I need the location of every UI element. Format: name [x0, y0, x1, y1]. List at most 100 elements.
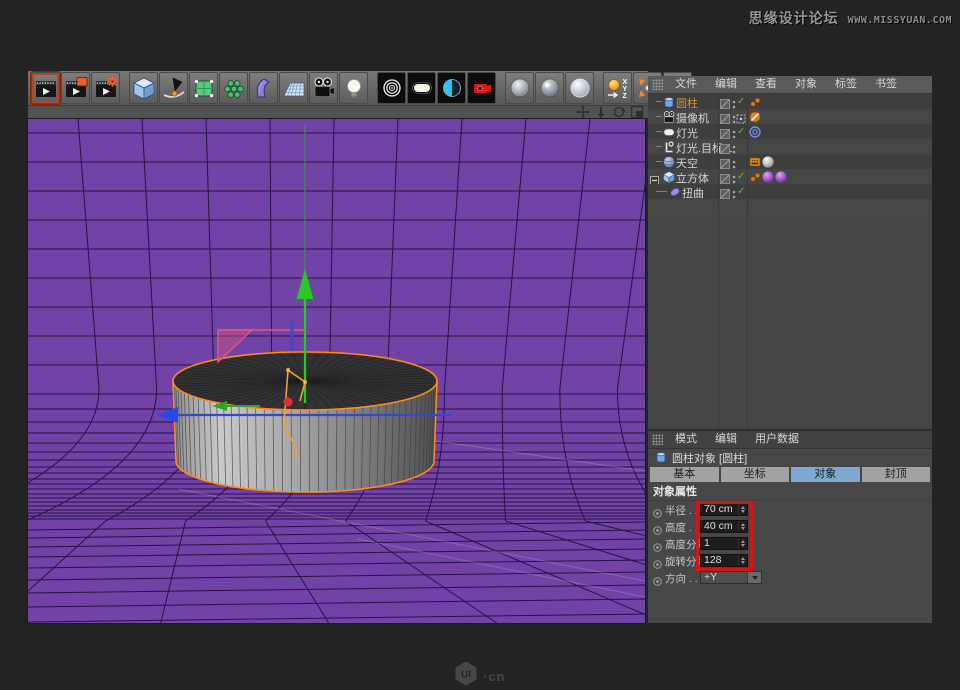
param-label: 旋转分段 [665, 554, 700, 569]
coordinates-xyz-icon: XYZ [606, 76, 630, 100]
zoom-icon[interactable] [593, 106, 608, 119]
toggle-view-icon[interactable] [629, 106, 644, 119]
material-sphere-1-icon [508, 76, 532, 100]
pen-spline-button[interactable] [159, 72, 188, 104]
object-properties-params: 半径 . .70 cm高度 . .40 cm高度分段1旋转分段128方向 . .… [648, 501, 932, 586]
target-light-button[interactable] [377, 72, 406, 104]
array-object-icon [222, 76, 246, 100]
material-sphere-3-icon [568, 76, 592, 100]
param-row: 旋转分段128 [648, 552, 932, 569]
key-radio-icon[interactable] [653, 573, 662, 591]
spinner-arrows[interactable] [738, 555, 747, 566]
param-input[interactable]: 70 cm [700, 503, 748, 516]
attribute-tab-inactive[interactable]: 封顶 [862, 467, 931, 482]
param-input[interactable]: 1 [700, 537, 748, 550]
subdivision-surface-button[interactable] [189, 72, 218, 104]
param-dropdown[interactable]: +Y [700, 571, 762, 584]
cube-primitive-button[interactable] [129, 72, 158, 104]
render-settings-icon [94, 76, 118, 100]
spinner-arrows[interactable] [738, 521, 747, 532]
param-value: +Y [701, 572, 747, 583]
param-label: 高度 . . [665, 520, 700, 535]
target-light-icon [380, 76, 404, 100]
subdivision-surface-icon [192, 76, 216, 100]
om-menu-item[interactable]: 标签 [827, 76, 865, 93]
am-menu-item[interactable]: 模式 [667, 431, 705, 448]
application-window: 思缘设计论坛 WWW.MISSYUAN.COM XYZ 文件编辑查看对象标签书签… [0, 0, 960, 690]
cylinder-icon [654, 450, 667, 467]
object-row-5[interactable]: 天空 [648, 154, 932, 169]
param-row: 半径 . .70 cm [648, 501, 932, 518]
sky-shadow-button[interactable] [437, 72, 466, 104]
om-menu-item[interactable]: 查看 [747, 76, 785, 93]
floor-environment-icon [282, 76, 306, 100]
dropdown-arrow-icon[interactable] [747, 572, 761, 583]
material-sphere-3-button[interactable] [565, 72, 594, 104]
material-sphere-1-button[interactable] [505, 72, 534, 104]
object-row-3[interactable]: 灯光✓ [648, 124, 932, 139]
param-row: 高度 . .40 cm [648, 518, 932, 535]
am-menu-item[interactable]: 用户数据 [747, 431, 807, 448]
drag-grip-icon[interactable] [652, 79, 663, 90]
om-menu-item[interactable]: 编辑 [707, 76, 745, 93]
camera-object-button[interactable] [309, 72, 338, 104]
watermark-site-url: WWW.MISSYUAN.COM [848, 15, 952, 26]
rotate-icon[interactable] [611, 106, 626, 119]
attribute-tabs: 基本坐标对象封顶 [648, 467, 932, 482]
3d-viewport[interactable] [28, 119, 645, 623]
om-menu-item[interactable]: 文件 [667, 76, 705, 93]
object-properties-header: 对象属性 [648, 482, 932, 501]
pen-spline-icon [162, 76, 186, 100]
material-sphere-2-button[interactable] [535, 72, 564, 104]
attribute-object-title: 圆柱对象 [圆柱] [648, 449, 932, 467]
array-object-button[interactable] [219, 72, 248, 104]
enabled-check-icon[interactable]: ✓ [737, 185, 745, 198]
object-row-4[interactable]: 灯光.目标.1 [648, 139, 932, 154]
cube-primitive-icon [132, 76, 156, 100]
attribute-tab-active[interactable]: 对象 [791, 467, 860, 482]
enabled-check-icon[interactable]: ✓ [737, 95, 745, 108]
column-separator [747, 94, 748, 430]
object-manager-menubar: 文件编辑查看对象标签书签 [648, 76, 932, 94]
object-rows: 圆柱✓摄像机灯光✓灯光.目标.1天空立方体✓扭曲✓ [648, 94, 932, 214]
watermark-banner: 思缘设计论坛 WWW.MISSYUAN.COM [749, 8, 952, 28]
coordinates-xyz-button[interactable]: XYZ [603, 72, 632, 104]
spinner-arrows[interactable] [738, 538, 747, 549]
pan-icon[interactable] [575, 106, 590, 119]
attribute-tab-inactive[interactable]: 基本 [650, 467, 719, 482]
bend-deformer-icon [252, 76, 276, 100]
param-input[interactable]: 128 [700, 554, 748, 567]
attribute-tab-inactive[interactable]: 坐标 [721, 467, 790, 482]
drag-grip-icon[interactable] [652, 434, 663, 445]
object-row-2[interactable]: 摄像机 [648, 109, 932, 124]
param-value: 70 cm [701, 504, 738, 515]
light-object-button[interactable] [339, 72, 368, 104]
bend-deformer-button[interactable] [249, 72, 278, 104]
param-value: 128 [701, 555, 738, 566]
floor-environment-button[interactable] [279, 72, 308, 104]
svg-text:UI: UI [461, 670, 471, 681]
material-sphere-2-icon [538, 76, 562, 100]
column-separator [718, 94, 719, 430]
am-menu-item[interactable]: 编辑 [707, 431, 745, 448]
render-settings-button[interactable] [91, 72, 120, 104]
right-panel: 文件编辑查看对象标签书签 圆柱✓摄像机灯光✓灯光.目标.1天空立方体✓扭曲✓ 模… [648, 76, 932, 623]
param-value: 40 cm [701, 521, 738, 532]
enabled-check-icon[interactable]: ✓ [737, 125, 745, 138]
physical-render-button[interactable] [467, 72, 496, 104]
param-input[interactable]: 40 cm [700, 520, 748, 533]
object-row-7[interactable]: 扭曲✓ [648, 184, 932, 199]
om-menu-item[interactable]: 对象 [787, 76, 825, 93]
render-picture-viewer-button[interactable] [61, 72, 90, 104]
object-row-6[interactable]: 立方体✓ [648, 169, 932, 184]
object-manager-list: 圆柱✓摄像机灯光✓灯光.目标.1天空立方体✓扭曲✓ [648, 94, 932, 430]
param-row: 高度分段1 [648, 535, 932, 552]
area-light-icon [410, 76, 434, 100]
om-menu-item[interactable]: 书签 [867, 76, 905, 93]
render-view-button[interactable] [31, 72, 60, 104]
enabled-check-icon[interactable]: ✓ [737, 170, 745, 183]
watermark-site-name: 思缘设计论坛 [749, 8, 839, 28]
spinner-arrows[interactable] [738, 504, 747, 515]
area-light-button[interactable] [407, 72, 436, 104]
object-row-1[interactable]: 圆柱✓ [648, 94, 932, 109]
